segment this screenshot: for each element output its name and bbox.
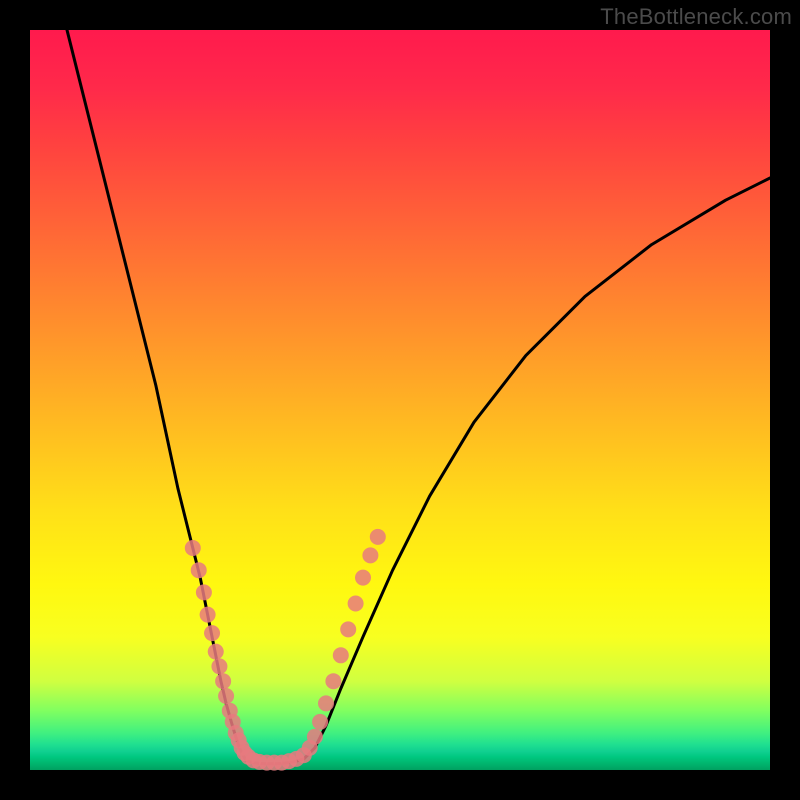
scatter-dot [312, 714, 328, 730]
scatter-dot [325, 673, 341, 689]
plot-area [30, 30, 770, 770]
scatter-dot [355, 570, 371, 586]
scatter-dot [200, 607, 216, 623]
scatter-dot [196, 584, 212, 600]
scatter-dot [333, 647, 349, 663]
scatter-dot [215, 673, 231, 689]
scatter-dot [318, 695, 334, 711]
chart-frame: TheBottleneck.com [0, 0, 800, 800]
scatter-dot [307, 729, 323, 745]
scatter-dot [218, 688, 234, 704]
plot-svg [30, 30, 770, 770]
scatter-dot [348, 596, 364, 612]
scatter-dot [204, 625, 220, 641]
scatter-dot [340, 621, 356, 637]
scatter-dot [370, 529, 386, 545]
scatter-dot [185, 540, 201, 556]
scatter-dot [208, 644, 224, 660]
curve-line [67, 30, 770, 764]
scatter-dot [191, 562, 207, 578]
scatter-dot [211, 658, 227, 674]
scatter-dot [362, 547, 378, 563]
watermark-text: TheBottleneck.com [600, 4, 792, 30]
